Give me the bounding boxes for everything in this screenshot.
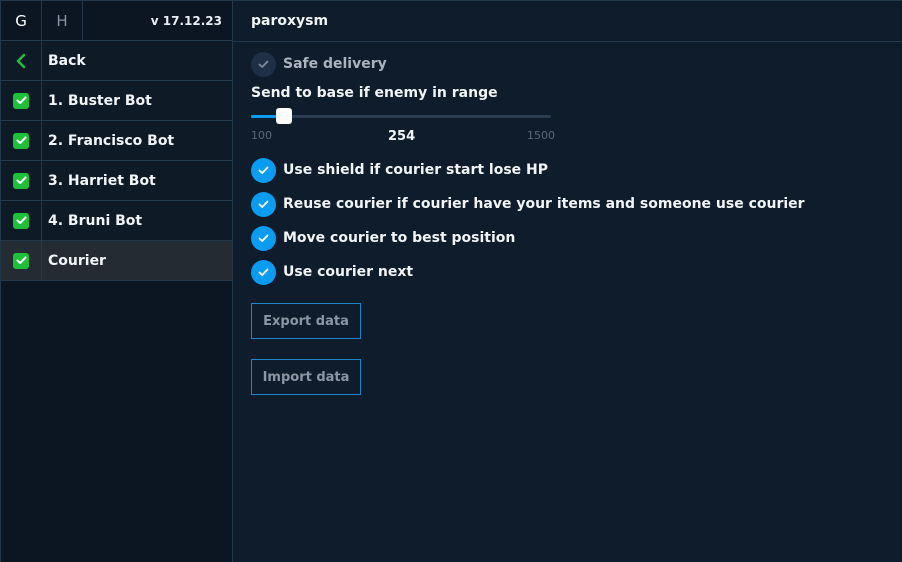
back-label: Back (48, 52, 86, 69)
sidebar-item-harriet-bot[interactable]: 3. Harriet Bot (1, 161, 232, 201)
app-window: G H v 17.12.23 Back 1. Buster Bot 2. Fra… (0, 0, 902, 562)
check-circle-icon (251, 51, 276, 77)
sidebar-item-label: 2. Francisco Bot (48, 132, 175, 149)
option-label: Reuse courier if courier have your items… (283, 196, 805, 212)
import-data-button[interactable]: Import data (251, 359, 361, 395)
page-title: paroxysm (251, 13, 329, 29)
checkbox-checked-icon[interactable] (13, 212, 29, 229)
sidebar: G H v 17.12.23 Back 1. Buster Bot 2. Fra… (1, 1, 233, 562)
checkbox-checked-icon[interactable] (13, 92, 29, 109)
slider-value-label: 254 (388, 129, 416, 144)
move-courier-option-toggle[interactable]: Move courier to best position (251, 225, 515, 251)
safe-delivery-toggle[interactable]: Safe delivery (251, 51, 387, 77)
checkbox-checked-icon[interactable] (13, 252, 29, 269)
version-label: v 17.12.23 (150, 14, 222, 28)
sidebar-item-francisco-bot[interactable]: 2. Francisco Bot (1, 121, 232, 161)
slider-label: Send to base if enemy in range (251, 85, 498, 101)
check-circle-icon (251, 225, 276, 251)
checkbox-cell (1, 161, 42, 200)
settings-panel: paroxysm Safe delivery Send to base if e… (233, 1, 902, 562)
option-label: Use courier next (283, 264, 414, 280)
chevron-left-icon (16, 53, 26, 68)
check-circle-icon (251, 259, 276, 285)
check-circle-icon (251, 191, 276, 217)
slider-thumb[interactable] (276, 108, 292, 124)
tab-h[interactable]: H (42, 1, 83, 41)
checkbox-cell (1, 121, 42, 160)
checkbox-cell (1, 81, 42, 120)
range-slider[interactable] (251, 108, 551, 124)
sidebar-item-label: 1. Buster Bot (48, 92, 152, 109)
back-icon-cell (1, 41, 42, 80)
sidebar-item-label: Courier (48, 252, 106, 269)
sidebar-item-buster-bot[interactable]: 1. Buster Bot (1, 81, 232, 121)
check-circle-icon (251, 157, 276, 183)
export-data-button[interactable]: Export data (251, 303, 361, 339)
shield-option-toggle[interactable]: Use shield if courier start lose HP (251, 157, 548, 183)
back-button[interactable]: Back (1, 41, 232, 81)
sidebar-item-label: 4. Bruni Bot (48, 212, 143, 229)
sidebar-item-bruni-bot[interactable]: 4. Bruni Bot (1, 201, 232, 241)
safe-delivery-label: Safe delivery (283, 56, 387, 72)
sidebar-item-label: 3. Harriet Bot (48, 172, 156, 189)
sidebar-item-courier[interactable]: Courier (1, 241, 232, 281)
tab-bar: G H v 17.12.23 (1, 1, 232, 41)
tab-g[interactable]: G (1, 1, 42, 41)
checkbox-cell (1, 241, 42, 280)
slider-min-label: 100 (251, 129, 272, 142)
panel-header: paroxysm (233, 1, 902, 42)
slider-max-label: 1500 (527, 129, 555, 142)
courier-next-option-toggle[interactable]: Use courier next (251, 259, 413, 285)
option-label: Use shield if courier start lose HP (283, 162, 549, 178)
reuse-courier-option-toggle[interactable]: Reuse courier if courier have your items… (251, 191, 805, 217)
option-label: Move courier to best position (283, 230, 516, 246)
checkbox-checked-icon[interactable] (13, 132, 29, 149)
checkbox-cell (1, 201, 42, 240)
checkbox-checked-icon[interactable] (13, 172, 29, 189)
